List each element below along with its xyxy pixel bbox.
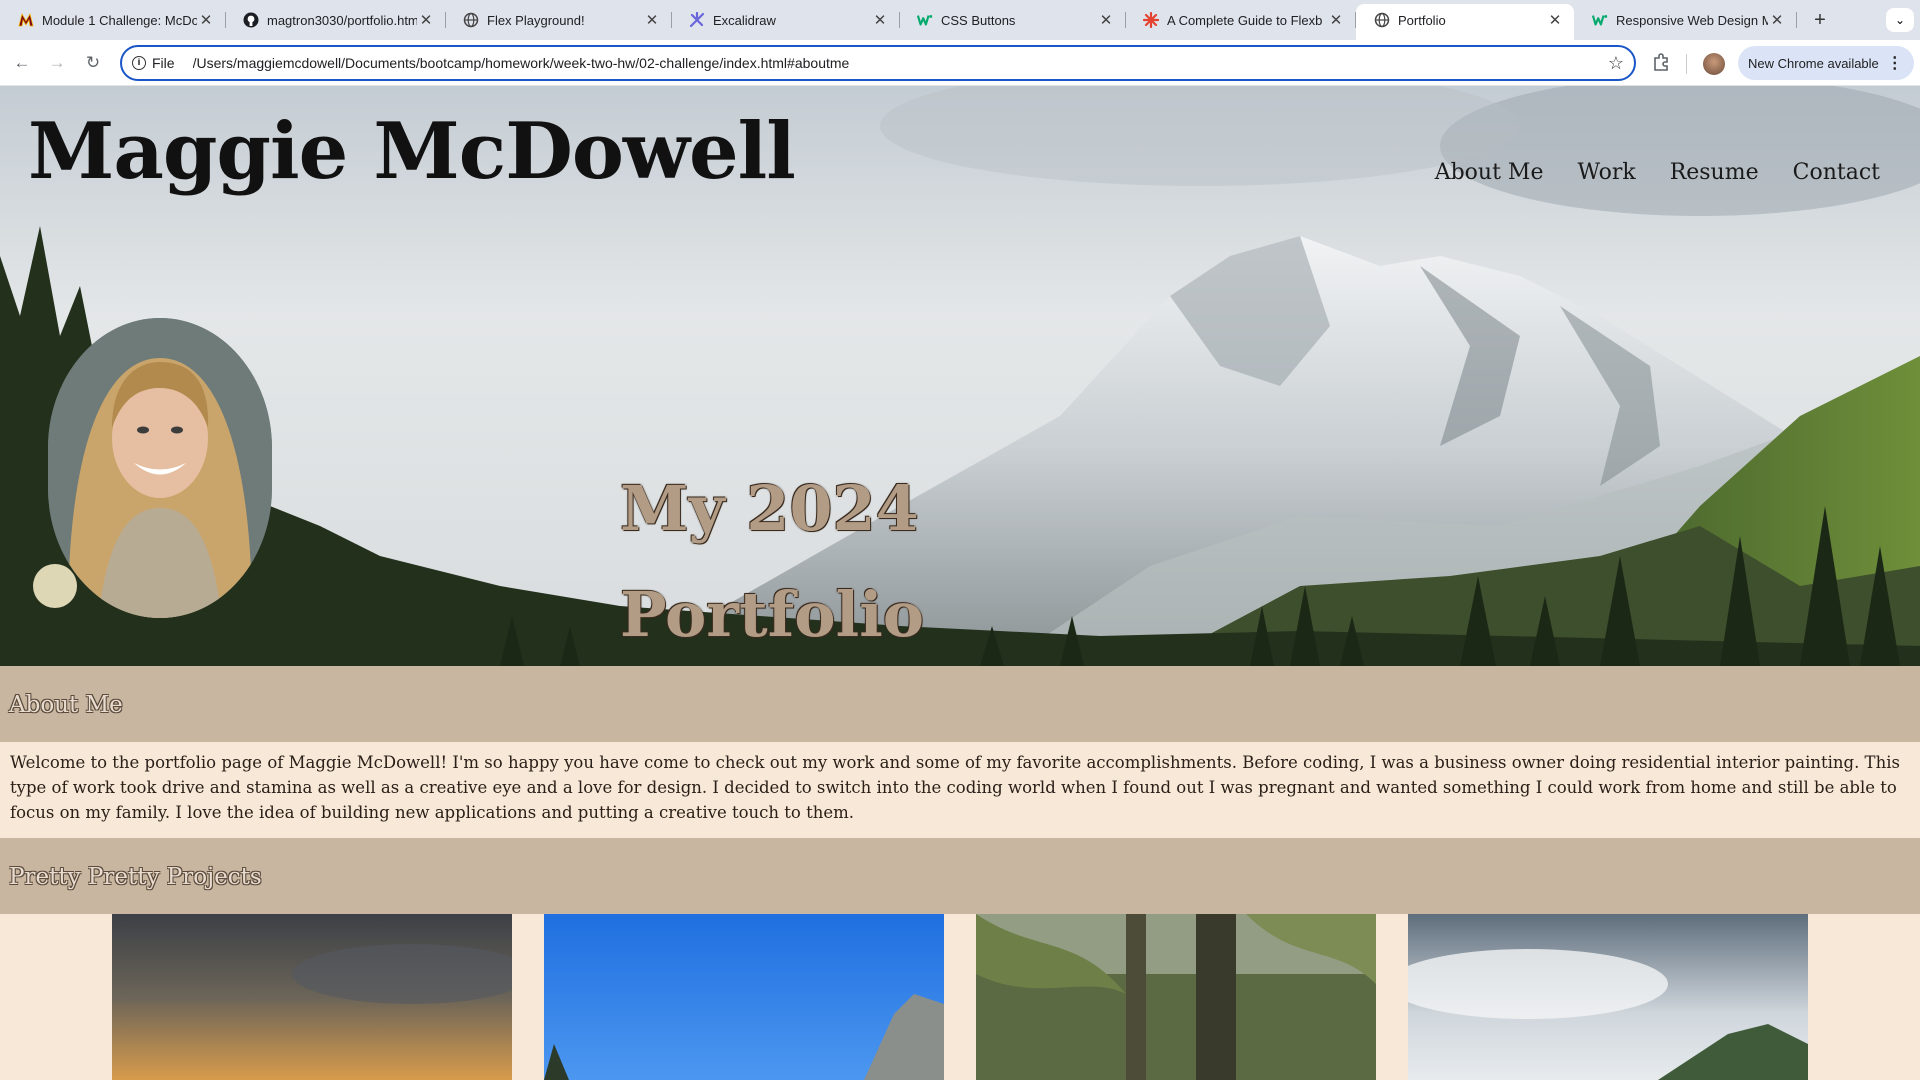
url-text[interactable]: /Users/maggiemcdowell/Documents/bootcamp…: [193, 55, 1608, 71]
nav-link-resume[interactable]: Resume: [1670, 160, 1759, 185]
tab-title: A Complete Guide to Flexb: [1167, 12, 1323, 28]
site-title: Maggie McDowell: [28, 106, 796, 197]
project-card-sunset[interactable]: [112, 914, 512, 1080]
new-chrome-available-button[interactable]: New Chrome available ⋮: [1738, 46, 1914, 80]
tab-flexbox-guide[interactable]: A Complete Guide to Flexb ✕: [1125, 4, 1356, 36]
tab-title: Module 1 Challenge: McDo: [42, 12, 197, 28]
excalidraw-icon: [689, 12, 705, 28]
new-tab-button[interactable]: +: [1806, 6, 1834, 34]
hero-heading: My 2024 Portfolio: [620, 472, 925, 651]
w3schools-icon: [1592, 12, 1608, 28]
tab-portfolio[interactable]: Portfolio ✕: [1356, 4, 1574, 40]
about-header: About Me: [0, 666, 1920, 744]
profile-avatar[interactable]: [1703, 53, 1725, 75]
project-card-cloudy-mountain[interactable]: [1408, 914, 1808, 1080]
tab-flex-playground[interactable]: Flex Playground! ✕: [445, 4, 672, 36]
tab-github-portfolio[interactable]: magtron3030/portfolio.htm ✕: [225, 4, 446, 36]
profile-photo: [48, 318, 272, 618]
close-icon[interactable]: ✕: [197, 11, 215, 29]
nav-link-contact[interactable]: Contact: [1793, 160, 1880, 185]
back-button[interactable]: ←: [9, 50, 35, 76]
css-tricks-icon: [1143, 12, 1159, 28]
close-icon[interactable]: ✕: [1327, 11, 1345, 29]
tab-css-buttons[interactable]: CSS Buttons ✕: [899, 4, 1126, 36]
forward-button[interactable]: →: [44, 50, 70, 76]
site-nav: About Me Work Resume Contact: [1435, 160, 1880, 185]
tab-title: magtron3030/portfolio.htm: [267, 12, 417, 28]
close-icon[interactable]: ✕: [1097, 11, 1115, 29]
tab-search-button[interactable]: ⌄: [1886, 8, 1914, 32]
reload-button[interactable]: ↻: [80, 50, 106, 76]
tab-responsive-design[interactable]: Responsive Web Design M ✕: [1574, 4, 1797, 36]
tab-strip: Module 1 Challenge: McDo ✕ magtron3030/p…: [0, 0, 1920, 40]
tab-title: CSS Buttons: [941, 12, 1016, 28]
globe-icon: [463, 12, 479, 28]
w3schools-icon: [917, 12, 933, 28]
site-info-icon[interactable]: i: [132, 56, 146, 70]
tab-title: Flex Playground!: [487, 12, 585, 28]
address-bar[interactable]: i File /Users/maggiemcdowell/Documents/b…: [120, 45, 1636, 81]
nav-link-work[interactable]: Work: [1577, 160, 1635, 185]
project-card-blue-sky[interactable]: [544, 914, 944, 1080]
extensions-icon[interactable]: [1650, 52, 1672, 74]
about-text: Welcome to the portfolio page of Maggie …: [0, 742, 1920, 838]
globe-icon: [1374, 12, 1390, 28]
github-icon: [243, 12, 259, 28]
close-icon[interactable]: ✕: [1768, 11, 1786, 29]
tab-module-challenge[interactable]: Module 1 Challenge: McDo ✕: [0, 4, 226, 36]
projects-header: Pretty Pretty Projects: [0, 838, 1920, 914]
browser-toolbar: ← → ↻ i File /Users/maggiemcdowell/Docum…: [0, 40, 1920, 86]
update-label: New Chrome available: [1748, 55, 1879, 71]
close-icon[interactable]: ✕: [643, 11, 661, 29]
projects-heading: Pretty Pretty Projects: [9, 864, 262, 890]
tab-title: Excalidraw: [713, 12, 776, 28]
tab-title: Portfolio: [1398, 12, 1446, 28]
nav-link-about-me[interactable]: About Me: [1435, 160, 1544, 185]
tab-excalidraw[interactable]: Excalidraw ✕: [671, 4, 900, 36]
tab-title: Responsive Web Design M: [1616, 12, 1768, 28]
more-menu-icon[interactable]: ⋮: [1887, 53, 1903, 73]
m-logo-icon: [18, 12, 34, 28]
close-icon[interactable]: ✕: [871, 11, 889, 29]
hero-banner: Maggie McDowell About Me Work Resume Con…: [0, 86, 1920, 666]
projects-gallery: [0, 914, 1920, 1080]
close-icon[interactable]: ✕: [417, 11, 435, 29]
close-icon[interactable]: ✕: [1546, 11, 1564, 29]
scheme-label: File: [152, 55, 175, 71]
about-heading: About Me: [9, 692, 123, 718]
bookmark-star-icon[interactable]: ☆: [1608, 53, 1624, 74]
project-card-forest[interactable]: [976, 914, 1376, 1080]
